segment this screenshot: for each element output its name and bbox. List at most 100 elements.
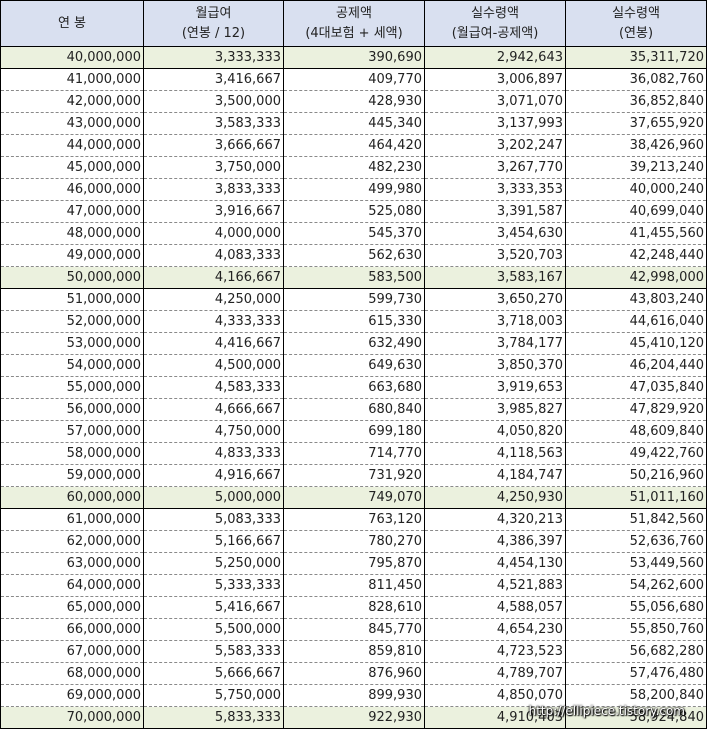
header-deduction-sub: (4대보험 + 세액) [305,25,403,41]
table-row: 46,000,000 3,833,333 499,980 3,333,353 40,00… [0,178,707,201]
table-row: 54,000,000 4,500,000 649,630 3,850,370 46,20… [0,354,707,377]
monthly-salary-cell: 4,000,000 [143,222,284,245]
net-annual-cell: 38,426,960 [565,134,707,157]
net-annual-cell: 37,655,920 [565,112,707,135]
annual-salary-cell: 70,000,000 [0,706,144,729]
net-monthly-cell: 4,184,747 [424,464,566,487]
net-monthly-cell: 3,784,177 [424,332,566,355]
deduction-cell: 699,180 [283,420,425,443]
monthly-salary-cell: 5,083,333 [143,508,284,531]
monthly-salary-cell: 5,583,333 [143,640,284,663]
header-net-monthly-sub: (월급여-공제액) [451,25,539,41]
deduction-cell: 731,920 [283,464,425,487]
net-monthly-cell: 4,588,057 [424,596,566,619]
header-net-annual-label: 실수령액 [612,5,660,21]
annual-salary-cell: 47,000,000 [0,200,144,223]
deduction-cell: 922,930 [283,706,425,729]
monthly-salary-cell: 3,666,667 [143,134,284,157]
net-monthly-cell: 3,919,653 [424,376,566,399]
annual-salary-cell: 69,000,000 [0,684,144,707]
monthly-salary-cell: 5,166,667 [143,530,284,553]
header-annual-salary: 연 봉 [0,0,144,47]
monthly-salary-cell: 4,750,000 [143,420,284,443]
deduction-cell: 749,070 [283,486,425,509]
annual-salary-cell: 60,000,000 [0,486,144,509]
net-annual-cell: 40,000,240 [565,178,707,201]
deduction-cell: 545,370 [283,222,425,245]
monthly-salary-cell: 5,000,000 [143,486,284,509]
deduction-cell: 795,870 [283,552,425,575]
net-annual-cell: 42,998,000 [565,266,707,289]
annual-salary-cell: 64,000,000 [0,574,144,597]
net-monthly-cell: 3,583,167 [424,266,566,289]
net-annual-cell: 49,422,760 [565,442,707,465]
annual-salary-cell: 40,000,000 [0,46,144,69]
header-row: 연 봉 월급여 (연봉 / 12) 공제액 (4대보험 + 세액) 실수령액 (… [0,0,707,47]
annual-salary-cell: 62,000,000 [0,530,144,553]
net-monthly-cell: 2,942,643 [424,46,566,69]
net-monthly-cell: 3,071,070 [424,90,566,113]
net-monthly-cell: 4,050,820 [424,420,566,443]
monthly-salary-cell: 4,083,333 [143,244,284,267]
deduction-cell: 499,980 [283,178,425,201]
net-annual-cell: 57,476,480 [565,662,707,685]
annual-salary-cell: 56,000,000 [0,398,144,421]
salary-table-body: 40,000,000 3,333,333 390,690 2,942,643 35,31… [0,46,707,729]
net-monthly-cell: 4,386,397 [424,530,566,553]
table-row: 67,000,000 5,583,333 859,810 4,723,523 56,68… [0,640,707,663]
annual-salary-cell: 50,000,000 [0,266,144,289]
annual-salary-cell: 67,000,000 [0,640,144,663]
table-row: 60,000,000 5,000,000 749,070 4,250,930 51,01… [0,486,707,509]
monthly-salary-cell: 3,916,667 [143,200,284,223]
deduction-cell: 583,500 [283,266,425,289]
deduction-cell: 409,770 [283,68,425,91]
annual-salary-cell: 43,000,000 [0,112,144,135]
header-monthly-salary: 월급여 (연봉 / 12) [143,0,284,47]
net-monthly-cell: 4,250,930 [424,486,566,509]
net-annual-cell: 43,803,240 [565,288,707,311]
table-row: 43,000,000 3,583,333 445,340 3,137,993 37,65… [0,112,707,135]
deduction-cell: 763,120 [283,508,425,531]
table-row: 51,000,000 4,250,000 599,730 3,650,270 43,80… [0,288,707,311]
deduction-cell: 811,450 [283,574,425,597]
net-annual-cell: 55,056,680 [565,596,707,619]
monthly-salary-cell: 3,416,667 [143,68,284,91]
deduction-cell: 445,340 [283,112,425,135]
net-monthly-cell: 3,202,247 [424,134,566,157]
monthly-salary-cell: 4,916,667 [143,464,284,487]
net-annual-cell: 48,609,840 [565,420,707,443]
monthly-salary-cell: 4,666,667 [143,398,284,421]
deduction-cell: 899,930 [283,684,425,707]
net-annual-cell: 36,852,840 [565,90,707,113]
table-row: 62,000,000 5,166,667 780,270 4,386,397 52,63… [0,530,707,553]
net-monthly-cell: 3,006,897 [424,68,566,91]
annual-salary-cell: 61,000,000 [0,508,144,531]
header-net-monthly: 실수령액 (월급여-공제액) [424,0,566,47]
monthly-salary-cell: 5,750,000 [143,684,284,707]
net-monthly-cell: 3,454,630 [424,222,566,245]
deduction-cell: 663,680 [283,376,425,399]
net-annual-cell: 39,213,240 [565,156,707,179]
table-row: 58,000,000 4,833,333 714,770 4,118,563 49,42… [0,442,707,465]
monthly-salary-cell: 3,500,000 [143,90,284,113]
table-row: 61,000,000 5,083,333 763,120 4,320,213 51,84… [0,508,707,531]
annual-salary-cell: 54,000,000 [0,354,144,377]
deduction-cell: 780,270 [283,530,425,553]
table-row: 56,000,000 4,666,667 680,840 3,985,827 47,82… [0,398,707,421]
monthly-salary-cell: 3,833,333 [143,178,284,201]
table-row: 47,000,000 3,916,667 525,080 3,391,587 40,69… [0,200,707,223]
net-annual-cell: 51,011,160 [565,486,707,509]
table-row: 52,000,000 4,333,333 615,330 3,718,003 44,61… [0,310,707,333]
net-monthly-cell: 4,789,707 [424,662,566,685]
annual-salary-cell: 58,000,000 [0,442,144,465]
net-monthly-cell: 3,718,003 [424,310,566,333]
annual-salary-cell: 52,000,000 [0,310,144,333]
table-row: 42,000,000 3,500,000 428,930 3,071,070 36,85… [0,90,707,113]
table-row: 65,000,000 5,416,667 828,610 4,588,057 55,05… [0,596,707,619]
monthly-salary-cell: 3,333,333 [143,46,284,69]
annual-salary-cell: 48,000,000 [0,222,144,245]
net-annual-cell: 52,636,760 [565,530,707,553]
table-row: 44,000,000 3,666,667 464,420 3,202,247 38,42… [0,134,707,157]
net-monthly-cell: 4,654,230 [424,618,566,641]
net-monthly-cell: 4,521,883 [424,574,566,597]
